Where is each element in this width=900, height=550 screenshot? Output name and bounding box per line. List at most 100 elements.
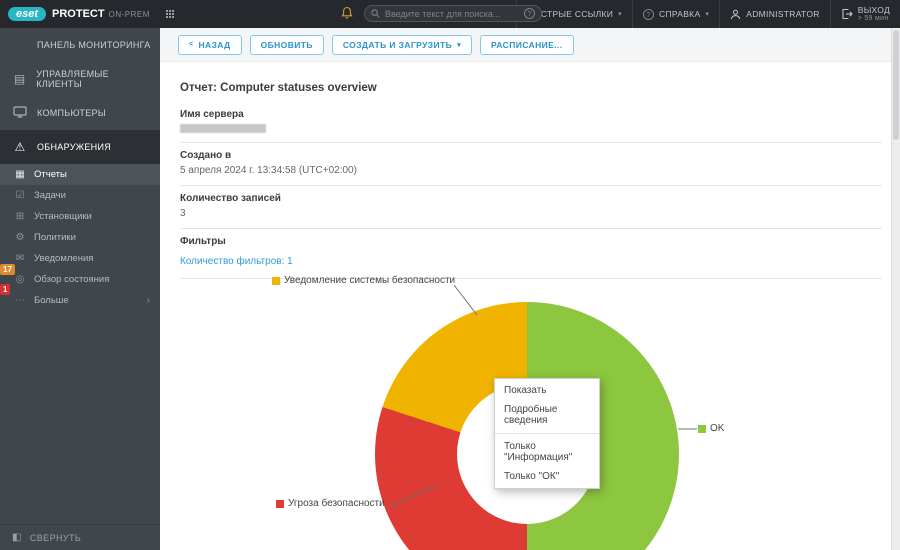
toolbar: < НАЗАД ОБНОВИТЬ СОЗДАТЬ И ЗАГРУЗИТЬ ▾ Р…: [160, 28, 900, 62]
collapse-icon: ◧: [12, 532, 22, 543]
sidebar-item-computers[interactable]: КОМПЬЮТЕРЫ: [0, 96, 160, 130]
notifications-bell-button[interactable]: [340, 6, 354, 26]
chevron-right-icon: ›: [147, 295, 150, 306]
main-content: < НАЗАД ОБНОВИТЬ СОЗДАТЬ И ЗАГРУЗИТЬ ▾ Р…: [160, 28, 900, 550]
sidebar-item-label: Отчеты: [34, 169, 67, 180]
help-menu[interactable]: ? СПРАВКА ▾: [632, 0, 719, 28]
schedule-button[interactable]: РАСПИСАНИЕ...: [480, 35, 573, 55]
logout-label: ВЫХОД: [858, 5, 890, 15]
chart-label-text: OK: [710, 423, 724, 434]
chart-label-security-threat: Угроза безопасности: [276, 498, 385, 509]
help-label: СПРАВКА: [659, 9, 700, 19]
field-label: Имя сервера: [180, 109, 882, 120]
more-dots-icon: ⋯: [14, 296, 26, 306]
eset-protect-console: eset PROTECT ON-PREM ? БЫСТРЫЕ ССЫЛКИ ▾: [0, 0, 900, 550]
session-timeout: > 59 мин: [858, 15, 890, 23]
field-row-filters: Фильтры Количество фильтров: 1: [180, 229, 882, 279]
context-menu-item-details[interactable]: Подробные сведения: [495, 400, 599, 430]
product-name: PROTECT: [52, 8, 105, 20]
back-label: НАЗАД: [199, 40, 231, 50]
sidebar-item-label: Больше: [34, 295, 69, 306]
chevron-down-icon: ▾: [618, 10, 622, 18]
context-menu: Показать Подробные сведения Только "Инфо…: [494, 378, 600, 489]
sidebar-item-notifications[interactable]: ✉ Уведомления: [0, 248, 160, 269]
header-menu: БЫСТРЫЕ ССЫЛКИ ▾ ? СПРАВКА ▾ ADMINISTRAT…: [516, 0, 900, 28]
refresh-label: ОБНОВИТЬ: [261, 40, 313, 50]
notifications-icon: ✉: [14, 254, 26, 264]
field-row-record-count: Количество записей 3: [180, 186, 882, 229]
menu-divider: [495, 433, 599, 434]
reports-icon: ▦: [14, 170, 26, 180]
status-badge-warning[interactable]: 17: [0, 264, 15, 275]
chevron-down-icon: ▾: [705, 10, 709, 18]
field-value: 3: [180, 208, 882, 219]
app-grid-icon[interactable]: [166, 10, 168, 12]
chart-label-text: Уведомление системы безопасности: [284, 275, 455, 286]
search-box: ?: [364, 5, 542, 22]
sidebar-item-dashboard[interactable]: ПАНЕЛЬ МОНИТОРИНГА: [0, 28, 160, 62]
warning-triangle-icon: ⚠: [12, 141, 28, 153]
sidebar-item-label: Обзор состояния: [34, 274, 109, 285]
sidebar-item-label: ПАНЕЛЬ МОНИТОРИНГА: [37, 40, 151, 50]
sidebar-item-label: Задачи: [34, 190, 66, 201]
context-menu-item-only-information[interactable]: Только "Информация": [495, 437, 599, 467]
schedule-label: РАСПИСАНИЕ...: [491, 40, 562, 50]
installers-icon: ⊞: [14, 212, 26, 222]
sidebar-item-label: ОБНАРУЖЕНИЯ: [37, 142, 111, 152]
logout-text: ВЫХОД > 59 мин: [858, 5, 890, 24]
sidebar: ПАНЕЛЬ МОНИТОРИНГА ▤ УПРАВЛЯЕМЫЕ КЛИЕНТЫ…: [0, 28, 160, 550]
sidebar-item-reports[interactable]: ▦ Отчеты: [0, 164, 160, 185]
sidebar-item-label: УПРАВЛЯЕМЫЕ КЛИЕНТЫ: [36, 69, 152, 89]
sidebar-item-more[interactable]: ⋯ Больше ›: [0, 290, 160, 311]
field-value: 5 апреля 2024 г. 13:34:58 (UTC+02:00): [180, 165, 882, 176]
field-row-server-name: Имя сервера: [180, 102, 882, 143]
scrollbar-track[interactable]: [891, 28, 900, 550]
chevron-down-icon: ▾: [457, 41, 461, 49]
computer-icon: [12, 106, 28, 120]
user-menu[interactable]: ADMINISTRATOR: [719, 0, 829, 28]
scrollbar-thumb[interactable]: [893, 30, 899, 140]
filters-count-link[interactable]: Количество фильтров: 1: [180, 256, 293, 267]
brand: eset PROTECT ON-PREM: [8, 7, 150, 21]
search-icon: [371, 9, 380, 18]
sidebar-item-managed-clients[interactable]: ▤ УПРАВЛЯЕМЫЕ КЛИЕНТЫ: [0, 62, 160, 96]
tasks-icon: ☑: [14, 191, 26, 201]
page-title: Отчет: Computer statuses overview: [180, 82, 880, 94]
sidebar-item-policies[interactable]: ⚙ Политики: [0, 227, 160, 248]
logout-button[interactable]: ВЫХОД > 59 мин: [830, 0, 900, 28]
sidebar-item-status-overview[interactable]: ◎ Обзор состояния: [0, 269, 160, 290]
logout-icon: [841, 8, 853, 20]
sidebar-item-label: КОМПЬЮТЕРЫ: [37, 108, 106, 118]
sidebar-item-installers[interactable]: ⊞ Установщики: [0, 206, 160, 227]
sidebar-item-label: Политики: [34, 232, 76, 243]
refresh-button[interactable]: ОБНОВИТЬ: [250, 35, 324, 55]
context-menu-item-show[interactable]: Показать: [495, 381, 599, 400]
field-label: Фильтры: [180, 236, 882, 247]
help-icon: ?: [643, 9, 654, 20]
managed-clients-icon: ▤: [12, 73, 27, 85]
context-menu-item-only-ok[interactable]: Только "ОК": [495, 467, 599, 486]
sidebar-item-label: Уведомления: [34, 253, 93, 264]
report-details: Отчет: Computer statuses overview Имя се…: [160, 62, 900, 279]
sidebar-item-detections[interactable]: ⚠ ОБНАРУЖЕНИЯ: [0, 130, 160, 164]
bell-icon: [340, 6, 354, 21]
generate-download-button[interactable]: СОЗДАТЬ И ЗАГРУЗИТЬ ▾: [332, 35, 472, 55]
generate-download-label: СОЗДАТЬ И ЗАГРУЗИТЬ: [343, 40, 452, 50]
chart-label-text: Угроза безопасности: [288, 498, 385, 509]
collapse-label: СВЕРНУТЬ: [30, 533, 81, 543]
chart-label-ok: OK: [698, 423, 724, 434]
sidebar-item-tasks[interactable]: ☑ Задачи: [0, 185, 160, 206]
server-name-redacted: [180, 124, 266, 133]
search-input[interactable]: [385, 9, 519, 19]
legend-swatch-green: [698, 425, 706, 433]
status-badge-error[interactable]: 1: [0, 284, 10, 295]
legend-swatch-red: [276, 500, 284, 508]
field-row-created-at: Создано в 5 апреля 2024 г. 13:34:58 (UTC…: [180, 143, 882, 186]
user-name: ADMINISTRATOR: [746, 9, 819, 19]
back-button[interactable]: < НАЗАД: [178, 35, 242, 55]
top-header: eset PROTECT ON-PREM ? БЫСТРЫЕ ССЫЛКИ ▾: [0, 0, 900, 28]
collapse-sidebar-button[interactable]: ◧ СВЕРНУТЬ: [0, 524, 160, 550]
eset-logo: eset: [8, 7, 46, 21]
search-help-icon[interactable]: ?: [524, 8, 535, 19]
user-icon: [730, 9, 741, 20]
